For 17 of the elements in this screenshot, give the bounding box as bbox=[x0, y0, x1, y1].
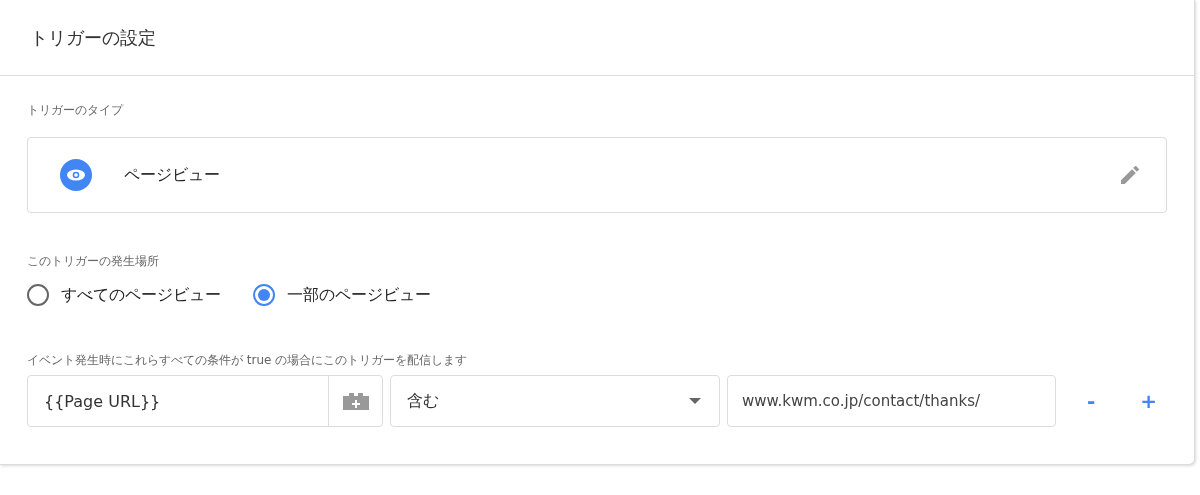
remove-condition-button[interactable]: - bbox=[1083, 389, 1100, 413]
card-title: トリガーの設定 bbox=[30, 25, 156, 50]
trigger-type-box[interactable]: ページビュー bbox=[27, 137, 1167, 213]
radio-option[interactable]: すべてのページビュー bbox=[27, 284, 221, 306]
variable-field[interactable]: {{Page URL}} bbox=[27, 375, 383, 427]
value-input[interactable]: www.kwm.co.jp/contact/thanks/ bbox=[727, 375, 1056, 427]
eye-icon bbox=[60, 159, 92, 191]
section-label: このトリガーの発生場所 bbox=[27, 253, 160, 270]
section-label: トリガーのタイプ bbox=[27, 102, 125, 119]
add-condition-button[interactable]: + bbox=[1136, 389, 1162, 413]
trigger-type-name: ページビュー bbox=[124, 164, 221, 186]
conditions-label: イベント発生時にこれらすべての条件が true の場合にこのトリガーを配信します bbox=[27, 352, 469, 369]
brick-plus-icon bbox=[340, 392, 371, 410]
dropdown-caret-icon bbox=[689, 398, 701, 404]
radio-option[interactable]: 一部のページビュー bbox=[253, 284, 431, 306]
edit-icon[interactable] bbox=[1118, 163, 1142, 187]
operator-select[interactable]: 含む bbox=[390, 375, 720, 427]
